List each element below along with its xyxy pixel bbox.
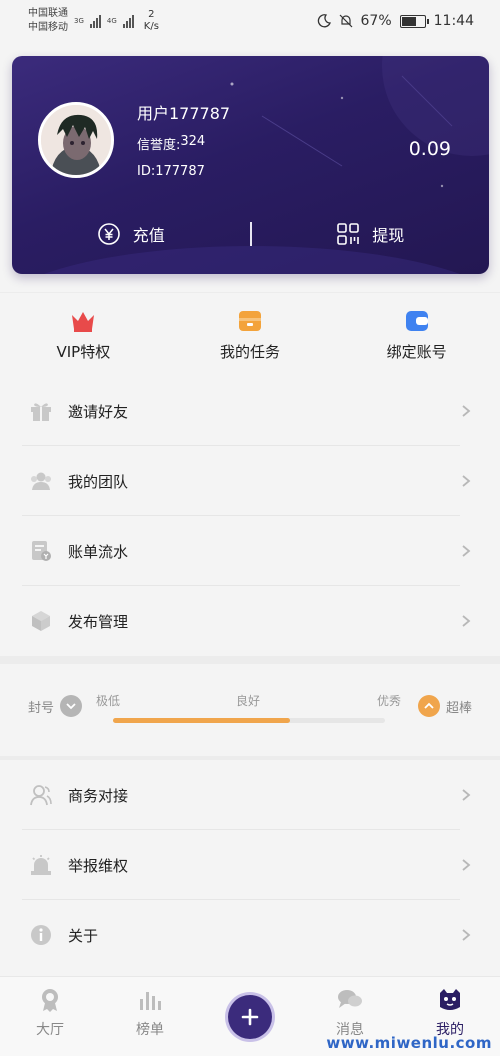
mascot-icon [440,989,460,1010]
recharge-label: 充值 [132,226,165,245]
menu-label: 商务对接 [68,786,129,805]
rating-tick-excellent: 优秀 [377,694,402,708]
credit-score: 信誉度: 324 [137,134,205,153]
chevron-right-icon [462,859,471,871]
menu-label: 发布管理 [68,612,129,631]
quick-item-vip[interactable]: VIP特权 [0,293,167,376]
network-type-1: 3G [74,17,84,25]
team-icon [28,468,54,494]
chevron-up-icon [417,695,440,717]
wallet-icon [405,311,428,331]
network-speed: 2 K/s [144,9,159,33]
quick-item-bind-account[interactable]: 绑定账号 [333,293,500,376]
menu-label: 邀请好友 [68,402,129,421]
watermark: www.miwenlu.com [326,1034,492,1052]
carrier-names: 中国联通 中国移动 [28,7,68,35]
task-box-icon [239,311,261,331]
credit-label: 信誉度: [137,138,181,153]
menu-label: 账单流水 [68,542,129,561]
yuan-coin-icon [97,223,120,245]
signal-2-icon [122,14,134,28]
menu-label: 举报维权 [68,856,129,875]
nav-publish[interactable] [200,977,300,1056]
menu-group-primary: 邀请好友 我的团队 账单流水 发布管理 [0,376,500,656]
rating-min: 封号 [28,695,83,717]
mute-bell-icon [339,14,352,28]
badge-icon [42,989,58,1012]
quick-label-vip: VIP特权 [56,343,111,361]
avatar-image [41,105,111,175]
rating-tick-good: 良好 [236,694,261,708]
credit-value: 324 [180,134,206,149]
quick-label-bind-account: 绑定账号 [386,343,447,361]
speed-value: 2 [148,9,155,20]
username: 用户177787 [137,104,231,123]
network-type-2: 4G [106,17,117,25]
chevron-right-icon [462,929,471,941]
user-id: ID:177787 [137,164,205,179]
chevron-right-icon [462,475,471,487]
menu-item-about[interactable]: 关于 [0,900,500,970]
rating-right-label: 超棒 [445,700,472,716]
menu-item-invite-friends[interactable]: 邀请好友 [0,376,500,446]
quick-label-tasks: 我的任务 [220,343,281,361]
menu-label: 关于 [68,926,99,945]
withdraw-label: 提现 [372,226,405,245]
plus-icon [241,1008,259,1026]
quick-menu: VIP特权 我的任务 绑定账号 [0,292,500,376]
menu-item-publish-management[interactable]: 发布管理 [0,586,500,656]
chart-icon [140,992,161,1010]
contact-icon [28,782,54,808]
rating-track [113,718,385,723]
credit-rating-bar: 封号 极低 良好 优秀 超棒 [0,664,500,756]
chevron-right-icon [462,789,471,801]
nav-label: 榜单 [136,1022,164,1038]
carrier-2: 中国移动 [28,22,68,33]
clock: 11:44 [433,13,474,29]
chevron-down-icon [60,695,83,717]
recharge-button[interactable]: 充值 [12,222,250,246]
menu-item-business-contact[interactable]: 商务对接 [0,760,500,830]
rating-left-label: 封号 [28,700,55,716]
menu-label: 我的团队 [68,472,129,491]
rating-tick-low: 极低 [96,694,121,708]
alarm-icon [28,852,54,878]
publish-button[interactable] [228,995,272,1039]
qr-code-icon [337,223,360,245]
card-actions: 充值 提现 [12,216,489,252]
chevron-right-icon [462,545,471,557]
avatar[interactable] [38,102,114,178]
battery-icon [399,14,429,28]
quick-item-tasks[interactable]: 我的任务 [167,293,334,376]
rating-max: 超棒 [417,695,472,717]
package-icon [28,608,54,634]
chevron-right-icon [462,405,471,417]
signal-1-icon [89,14,101,28]
chat-icon [338,990,362,1008]
chevron-right-icon [462,615,471,627]
info-icon [28,922,54,948]
bill-icon [28,538,54,564]
status-bar: 中国联通 中国移动 3G 4G 2 K/s 67% 11:44 [0,0,500,42]
nav-rankings[interactable]: 榜单 [100,977,200,1056]
nav-label: 大厅 [36,1022,64,1038]
moon-icon [317,14,331,28]
crown-icon [72,312,95,332]
menu-group-secondary: 商务对接 举报维权 关于 [0,760,500,970]
menu-item-bill-records[interactable]: 账单流水 [0,516,500,586]
balance: 0.09 [408,138,451,160]
bottom-navigation: 大厅 榜单 消息 我的 www.miwenlu.com [0,976,500,1056]
gift-icon [28,398,54,424]
rating-progress [113,718,290,723]
nav-hall[interactable]: 大厅 [0,977,100,1056]
withdraw-button[interactable]: 提现 [252,222,490,246]
profile-card: 用户177787 信誉度: 324 ID:177787 0.09 充值 提现 [12,56,489,274]
speed-unit: K/s [143,21,159,32]
battery-percent: 67% [360,13,392,29]
menu-item-my-team[interactable]: 我的团队 [0,446,500,516]
id-value: 177787 [155,164,205,179]
id-label: ID: [137,164,156,179]
menu-item-report-rights[interactable]: 举报维权 [0,830,500,900]
carrier-1: 中国联通 [28,8,68,19]
